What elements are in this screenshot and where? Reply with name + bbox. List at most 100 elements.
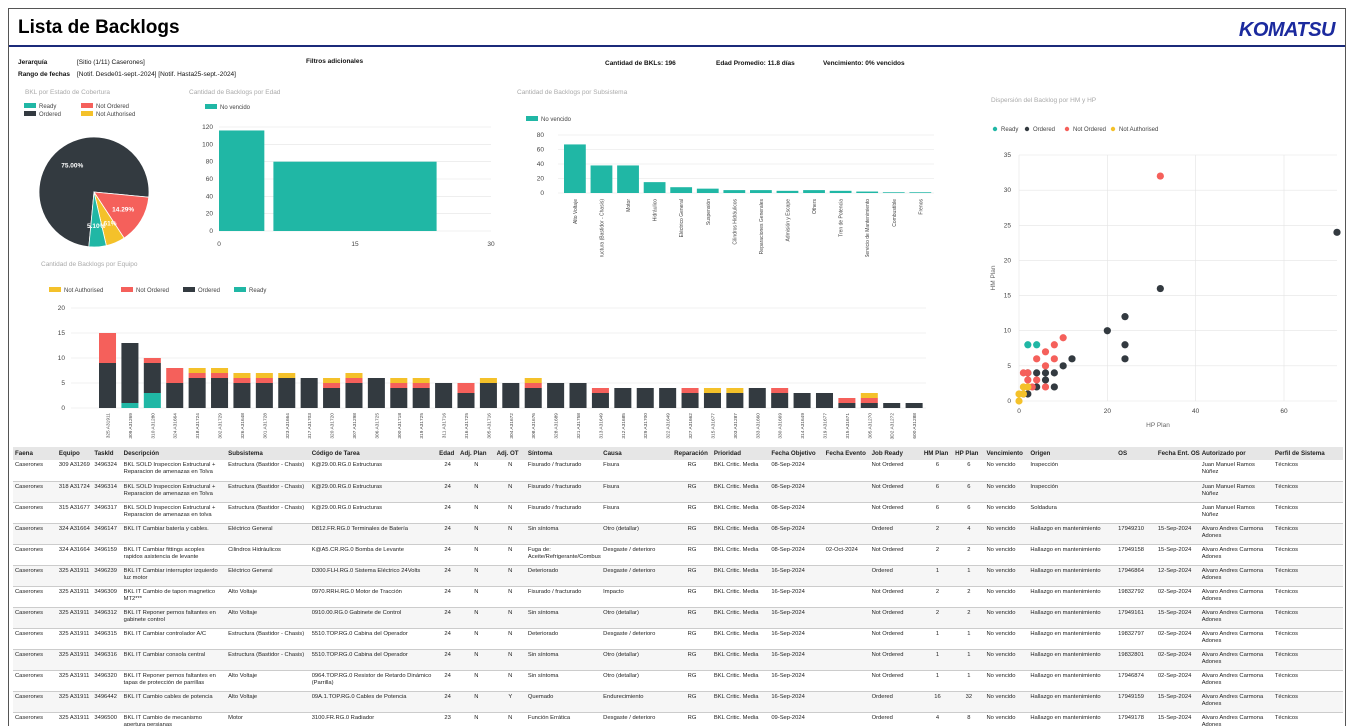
table-row[interactable]: Caserones 324 A31664 3496147 BKL IT Cambiar… (13, 523, 1343, 545)
table-row[interactable]: Caserones 309 A31269 3496324 BKL SOLD Inspe… (13, 460, 1343, 482)
table-cell: Fisura (601, 502, 673, 524)
bar-segment (390, 383, 408, 388)
bar (564, 144, 586, 193)
column-header[interactable]: Subsistema (226, 447, 310, 460)
table-cell: N (458, 691, 495, 713)
jerarquia-value[interactable]: [Sitio (1/11) Caserones] (77, 59, 145, 66)
column-header[interactable]: Origen (1028, 447, 1117, 460)
table-row[interactable]: Caserones 325 A31911 3496315 BKL IT Cambiar… (13, 628, 1343, 650)
bar-segment (636, 388, 654, 408)
column-header[interactable]: Prioridad (711, 447, 770, 460)
y-tick-label: 80 (206, 159, 214, 166)
table-cell: 315 A31677 (56, 502, 93, 524)
scatter-point (1121, 355, 1129, 363)
column-header[interactable]: Adj. OT (494, 447, 526, 460)
table-row[interactable]: Caserones 325 A31911 3496316 BKL IT Cambiar… (13, 649, 1343, 671)
column-header[interactable]: Fecha Evento (823, 447, 870, 460)
table-cell: 15-Sep-2024 (1155, 523, 1200, 545)
table-cell: BKL IT Cambiar interruptor izquierdo luz… (121, 565, 227, 587)
column-header[interactable]: HP Plan (953, 447, 985, 460)
scatter-point (1050, 341, 1058, 349)
column-header[interactable]: Reparación (672, 447, 712, 460)
table-cell: 19832792 (1116, 586, 1156, 608)
x-tick-label: Reparaciones Generales (759, 199, 765, 255)
column-header[interactable]: Edad (437, 447, 459, 460)
column-header[interactable]: HM Plan (921, 447, 954, 460)
table-cell: 15-Sep-2024 (1155, 691, 1200, 713)
table-cell (823, 712, 870, 726)
column-header[interactable]: Adj. Plan (458, 447, 495, 460)
bar-segment (188, 368, 206, 373)
column-header[interactable]: Fecha Ent. OS (1155, 447, 1200, 460)
scatter-chart: Ready Ordered Not Ordered Not Authorised 0 5 1… (990, 126, 1341, 429)
column-header[interactable]: Faena (13, 447, 57, 460)
table-cell: 6 (953, 460, 985, 482)
table-cell: Not Ordered (869, 544, 922, 566)
bar-segment (166, 383, 184, 408)
table-cell: 08-Sep-2024 (769, 481, 824, 503)
table-cell: Not Ordered (869, 481, 922, 503)
table-body: Caserones 309 A31269 3496324 BKL SOLD Inspe… (13, 460, 1343, 726)
table-cell: Caserones (13, 544, 57, 566)
table-cell: Alvaro Andres Carmona Adones (1199, 628, 1273, 650)
table-cell: 16-Sep-2024 (769, 607, 824, 629)
table-cell: 02-Sep-2024 (1155, 670, 1200, 692)
scatter-point (1033, 369, 1041, 377)
bar-segment (143, 393, 161, 408)
y-tick-label: 5 (1007, 363, 1011, 370)
table-row[interactable]: Caserones 325 A31911 3496500 BKL IT Cambio … (13, 712, 1343, 726)
column-header[interactable]: TaskId (92, 447, 122, 460)
table-row[interactable]: Caserones 325 A31911 3496442 BKL IT Cambio … (13, 691, 1343, 713)
bar-segment (233, 378, 251, 383)
column-header[interactable]: Descripción (121, 447, 227, 460)
table-row[interactable]: Caserones 325 A31911 3496239 BKL IT Cambiar… (13, 565, 1343, 587)
table-row[interactable]: Caserones 324 A31664 3496159 BKL IT Cambiar… (13, 544, 1343, 566)
table-cell (1116, 502, 1156, 524)
table-cell: N (494, 544, 526, 566)
rango-value[interactable]: [Notif. Desde01-sept.-2024] [Notif. Hast… (77, 71, 236, 78)
bar (670, 187, 693, 193)
scatter-point (1121, 341, 1129, 349)
column-header[interactable]: Job Ready (869, 447, 922, 460)
x-tick-label: Suspensión (706, 199, 712, 225)
column-header[interactable]: Código de Tarea (309, 447, 438, 460)
column-header[interactable]: Síntoma (525, 447, 602, 460)
table-row[interactable]: Caserones 325 A31911 3496309 BKL IT Cambio … (13, 586, 1343, 608)
filtros-adicionales[interactable]: Filtros adicionales (306, 58, 363, 65)
column-header[interactable]: Autorizado por (1199, 447, 1273, 460)
scatter-point (1015, 390, 1023, 398)
legend-swatch (205, 104, 217, 109)
table-cell: Desgaste / deterioro (601, 712, 673, 726)
bar-segment (323, 383, 341, 388)
table-cell: RG (672, 712, 712, 726)
table-cell: Hallazgo en mantenimiento (1028, 607, 1117, 629)
table-cell: Alvaro Andres Carmona Adones (1199, 565, 1273, 587)
table-cell: 1 (953, 670, 985, 692)
table-cell: BKL Critic. Media (711, 670, 770, 692)
page-title: Lista de Backlogs (18, 17, 180, 38)
x-tick-label: 15 (351, 241, 359, 248)
table-cell: 24 (437, 460, 459, 482)
column-header[interactable]: Perfil de Sistema (1272, 447, 1343, 460)
column-header[interactable]: Equipo (56, 447, 93, 460)
column-header[interactable]: Fecha Objetivo (769, 447, 824, 460)
y-tick-label: 60 (537, 147, 545, 154)
column-header[interactable]: Causa (601, 447, 673, 460)
table-cell: Caserones (13, 481, 57, 503)
bar (829, 190, 852, 193)
table-cell: Hallazgo en mantenimiento (1028, 586, 1117, 608)
table-row[interactable]: Caserones 315 A31677 3496317 BKL SOLD Inspe… (13, 502, 1343, 524)
table-row[interactable]: Caserones 318 A31724 3496314 BKL SOLD Inspe… (13, 481, 1343, 503)
table-row[interactable]: Caserones 325 A31911 3496312 BKL IT Reponer… (13, 607, 1343, 629)
column-header[interactable]: OS (1116, 447, 1156, 460)
table-cell: Inspección (1028, 460, 1117, 482)
table-row[interactable]: Caserones 325 A31911 3496320 BKL IT Reponer… (13, 670, 1343, 692)
x-tick-label: 311 A31716 (442, 413, 448, 439)
kpi-vencimiento: Vencimiento: 0% vencidos (823, 60, 905, 67)
table-cell: 1 (921, 649, 954, 671)
table-cell: Caserones (13, 628, 57, 650)
table-cell: N (494, 481, 526, 503)
column-header[interactable]: Vencimiento (984, 447, 1029, 460)
bar-segment (457, 383, 475, 393)
table-cell (823, 481, 870, 503)
